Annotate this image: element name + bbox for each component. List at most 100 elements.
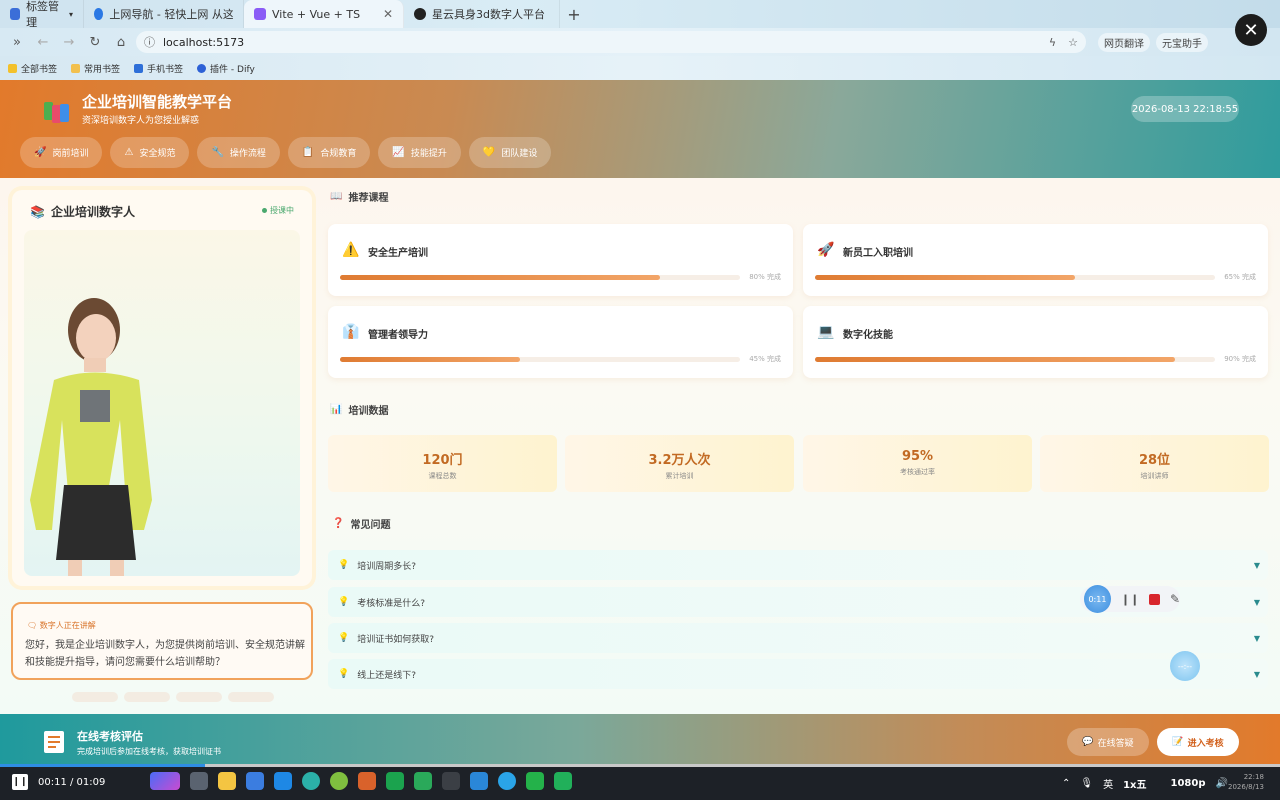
bookmark-dify[interactable]: 插件 - Dify <box>197 62 255 75</box>
input-mode[interactable]: 1x五 <box>1123 776 1146 791</box>
category-nav: 🚀 岗前培训 ⚠ 安全规范 🔧 操作流程 📋 合规教育 📈 技能提升 💛 团队建设 <box>20 137 552 168</box>
online-qa-button[interactable]: 💬 在线答疑 <box>1067 728 1149 756</box>
progress-track <box>815 357 1215 362</box>
quality-selector[interactable]: 1080p <box>1171 778 1206 789</box>
faq-item[interactable]: 💡 培训证书如何获取? ▼ <box>328 623 1268 653</box>
chip[interactable] <box>124 692 170 702</box>
course-card[interactable]: 💻 数字化技能 90% 完成 <box>803 306 1268 378</box>
tab-vite-vue[interactable]: Vite + Vue + TS ✕ <box>244 0 404 28</box>
close-tab-icon[interactable]: ✕ <box>383 7 393 21</box>
course-name: 新员工入职培训 <box>843 248 913 259</box>
system-tray: ⌃ 🎙 英 1x五 1080p 🔊 <box>1062 776 1228 791</box>
nav-skill-upgrade[interactable]: 📈 技能提升 <box>378 137 461 168</box>
console-app-icon[interactable] <box>442 772 460 790</box>
faq-item[interactable]: 💡 培训周期多长? ▼ <box>328 550 1268 580</box>
sidebar-toggle-icon[interactable]: » <box>6 31 28 53</box>
bar-chart-icon: 📊 <box>330 404 343 415</box>
exam-title: 在线考核评估 <box>77 730 143 743</box>
bookmark-mobile[interactable]: 手机书签 <box>134 62 183 75</box>
recording-timer[interactable]: 0:11 <box>1084 585 1111 613</box>
chip[interactable] <box>228 692 274 702</box>
floating-timer-ball[interactable]: --:-- <box>1170 651 1200 681</box>
desktop-app-icon[interactable] <box>190 772 208 790</box>
terminal-app-icon[interactable] <box>386 772 404 790</box>
star-icon[interactable]: ☆ <box>1068 36 1078 49</box>
digital-human-stage[interactable] <box>24 230 300 576</box>
site-info-icon[interactable]: ⓘ <box>144 34 155 50</box>
translate-extension[interactable]: 网页翻译 <box>1098 32 1150 52</box>
tab-bookmark-manager[interactable]: 标签管理 ▾ <box>0 0 84 29</box>
lightbulb-icon: 💡 <box>338 597 350 607</box>
gallery-app-icon[interactable] <box>150 772 180 790</box>
tab-label: 标签管理 <box>26 0 60 29</box>
home-icon[interactable]: ⌂ <box>110 31 132 53</box>
app-icon[interactable] <box>330 772 348 790</box>
stat-label: 累计培训 <box>665 472 694 480</box>
course-card[interactable]: ⚠️ 安全生产培训 80% 完成 <box>328 224 793 296</box>
chevron-up-icon[interactable]: ⌃ <box>1062 778 1070 789</box>
assistant-extension[interactable]: 元宝助手 <box>1156 32 1208 52</box>
url-text: localhost:5173 <box>163 35 245 49</box>
document-icon: 📋 <box>301 147 315 158</box>
mic-icon[interactable]: 🎙 <box>1080 778 1093 789</box>
chip[interactable] <box>176 692 222 702</box>
search-app-icon[interactable] <box>498 772 516 790</box>
mail-app-icon[interactable] <box>274 772 292 790</box>
back-icon[interactable]: ← <box>32 31 54 53</box>
app-icon[interactable] <box>414 772 432 790</box>
stat-card: 120门 课程总数 <box>328 435 557 492</box>
store-app-icon[interactable] <box>246 772 264 790</box>
avatar-card-title: 📚 企业培训数字人 <box>30 204 135 220</box>
wechat-icon[interactable] <box>526 772 544 790</box>
app-icon[interactable] <box>358 772 376 790</box>
nav-team-building[interactable]: 💛 团队建设 <box>468 137 552 168</box>
edge-browser-icon[interactable] <box>302 772 320 790</box>
chat-app-icon[interactable] <box>554 772 572 790</box>
bookmark-all[interactable]: 全部书签 <box>8 62 57 75</box>
star-icon <box>8 63 17 73</box>
file-explorer-icon[interactable] <box>218 772 236 790</box>
heart-icon: 💛 <box>482 147 496 158</box>
new-tab-button[interactable]: + <box>560 5 588 24</box>
enter-exam-button[interactable]: 📝 进入考核 <box>1157 728 1239 756</box>
pause-button[interactable]: ❙❙ <box>12 774 28 790</box>
nav-safety-rules[interactable]: ⚠ 安全规范 <box>110 137 190 168</box>
vite-icon <box>254 8 266 20</box>
rocket-icon: 🚀 <box>817 242 835 258</box>
page-title: 企业培训智能教学平台 <box>82 93 233 111</box>
tab-3d-platform[interactable]: 星云具身3d数字人平台 <box>404 0 560 28</box>
faq-item[interactable]: 💡 线上还是线下? ▼ <box>328 659 1268 689</box>
course-progress-text: 65% 完成 <box>1224 273 1256 281</box>
bookmark-common[interactable]: 常用书签 <box>71 62 120 75</box>
volume-icon[interactable]: 🔊 <box>1216 778 1228 789</box>
speaking-label: 🗨 数字人正在讲解 <box>27 621 96 630</box>
pen-icon[interactable]: ✎ <box>1170 592 1180 606</box>
chevron-down-icon: ▾ <box>68 9 73 19</box>
course-card[interactable]: 👔 管理者领导力 45% 完成 <box>328 306 793 378</box>
stat-label: 培训讲师 <box>1140 472 1169 480</box>
nav-operation-process[interactable]: 🔧 操作流程 <box>197 137 280 168</box>
chat-icon: 💬 <box>1082 737 1094 747</box>
stop-icon[interactable] <box>1149 593 1160 605</box>
reload-icon[interactable]: ↻ <box>84 31 106 53</box>
tab-navigation[interactable]: 上网导航 - 轻快上网 从这里开始 <box>84 0 244 28</box>
address-bar-row: » ← → ↻ ⌂ ⓘ localhost:5173 ϟ ☆ 网页翻译 元宝助手 <box>0 28 1280 56</box>
nav-pre-job-training[interactable]: 🚀 岗前培训 <box>20 137 103 168</box>
pause-icon[interactable]: ❙❙ <box>1121 593 1139 606</box>
tab-label: 星云具身3d数字人平台 <box>432 8 545 21</box>
vscode-icon[interactable] <box>470 772 488 790</box>
forward-icon[interactable]: → <box>58 31 80 53</box>
progress-track <box>815 275 1215 280</box>
warning-icon: ⚠️ <box>342 242 360 258</box>
close-overlay-button[interactable]: ✕ <box>1235 14 1267 46</box>
lightning-icon[interactable]: ϟ <box>1049 36 1056 49</box>
ime-indicator[interactable]: 英 <box>1103 776 1113 791</box>
people-icon: 👔 <box>342 324 360 340</box>
wrench-icon: 🔧 <box>211 147 224 158</box>
taskbar-clock: 22:18 2026/8/13 <box>1228 773 1264 791</box>
url-field[interactable]: ⓘ localhost:5173 ϟ ☆ <box>136 31 1086 53</box>
screen: 标签管理 ▾ 上网导航 - 轻快上网 从这里开始 Vite + Vue + TS… <box>0 0 1280 800</box>
course-card[interactable]: 🚀 新员工入职培训 65% 完成 <box>803 224 1268 296</box>
nav-compliance[interactable]: 📋 合规教育 <box>287 137 371 168</box>
chip[interactable] <box>72 692 118 702</box>
